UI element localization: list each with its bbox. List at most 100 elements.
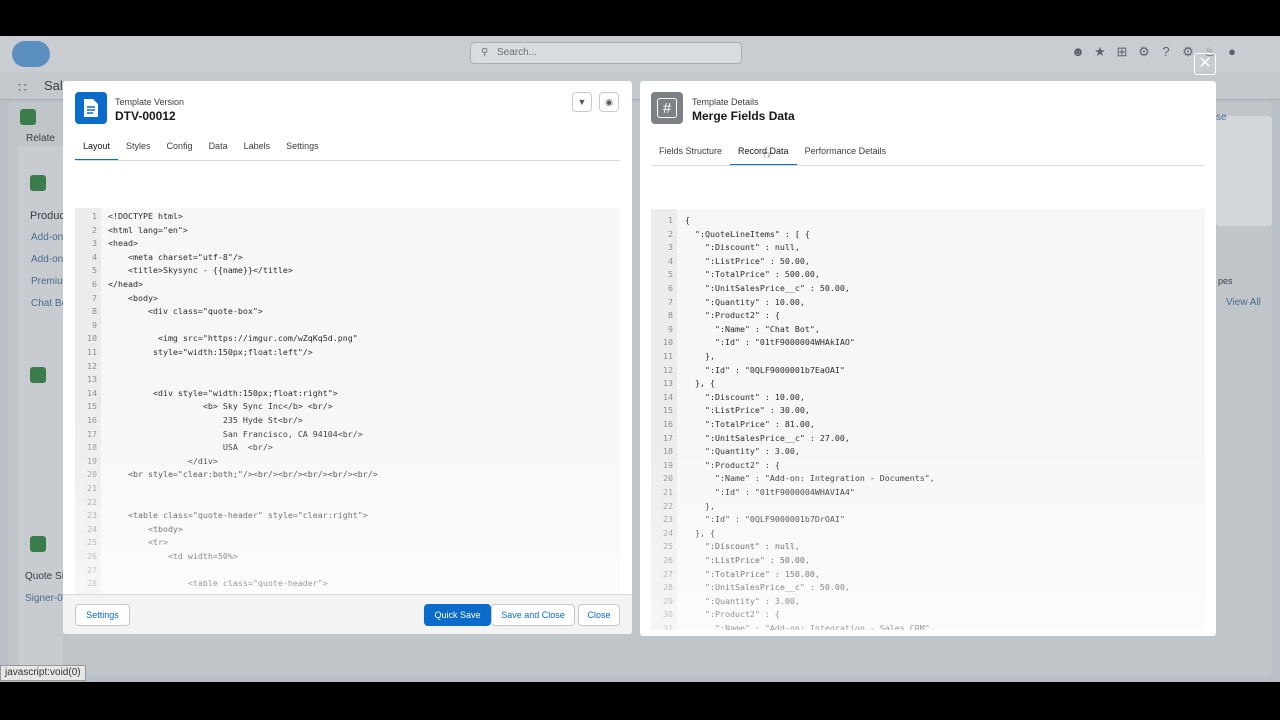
layout-code-editor[interactable]: 1 <!DOCTYPE html> 2 <html lang="en"> 3 <head>…	[75, 208, 620, 620]
code-line: 19 </div>	[75, 455, 620, 469]
setup-icon[interactable]: ⚙	[1136, 44, 1152, 60]
code-line: 1 <!DOCTYPE html>	[75, 210, 620, 224]
code-line: 10 <img src="https://imgur.com/wZqKq5d.p…	[75, 332, 620, 346]
code-line: 13	[75, 373, 620, 387]
code-line: 31 ":Name" : "Add-on: Integration - Sale…	[651, 622, 1205, 630]
code-text: ":Id" : "0QLF9000001b7EaOAI"	[685, 364, 845, 375]
code-text: <table class="quote-header" style="clear…	[108, 510, 368, 521]
code-text: ":Id" : "01tF9000004WHAVIA4"	[685, 487, 855, 497]
tab-divider	[75, 160, 620, 161]
quote-docs-icon	[30, 367, 46, 383]
settings-button[interactable]: Settings	[75, 604, 130, 626]
tab-layout[interactable]: Layout	[75, 137, 119, 161]
tab-fields-structure[interactable]: Fields Structure	[651, 142, 730, 166]
tab-config[interactable]: Config	[159, 137, 201, 161]
help-icon[interactable]: ?	[1158, 44, 1174, 60]
line-number: 29	[663, 595, 673, 606]
code-line: 24 }, {	[651, 527, 1205, 541]
line-number: 8	[668, 310, 673, 321]
code-text: <img src="https://imgur.com/wZqKq5d.png"	[108, 333, 358, 344]
code-line: 7 <body>	[75, 292, 620, 306]
code-line: 26 <td width=50%>	[75, 550, 620, 564]
avatar[interactable]: ●	[1224, 44, 1240, 60]
code-line: 8 ":Product2" : {	[651, 309, 1205, 323]
favorites-icon[interactable]: ★	[1092, 44, 1108, 60]
line-number: 3	[668, 242, 673, 253]
code-text: <title>Skysync - {{name}}</title>	[108, 265, 293, 276]
tab-labels[interactable]: Labels	[236, 137, 279, 161]
code-line: 16 235 Hyde St<br/>	[75, 414, 620, 428]
line-number: 7	[668, 296, 673, 307]
bg-label-quote-signers: Quote Si	[25, 571, 64, 582]
line-number: 13	[663, 378, 673, 389]
dropdown-button[interactable]: ▼	[572, 92, 592, 112]
code-text: ":Quantity" : 10.00,	[685, 296, 805, 307]
code-text: }, {	[685, 378, 715, 389]
line-number: 23	[663, 514, 673, 525]
mouse-cursor-icon: ☞	[763, 148, 774, 162]
code-text: San Francisco, CA 94104<br/>	[108, 428, 363, 439]
line-number: 17	[663, 432, 673, 443]
code-line: 17 San Francisco, CA 94104<br/>	[75, 428, 620, 442]
line-number: 17	[87, 428, 97, 439]
tab-styles[interactable]: Styles	[118, 137, 159, 161]
code-text: <td width=50%>	[108, 551, 238, 561]
code-text: <body>	[108, 292, 158, 303]
modal-subtitle: Template Details	[692, 97, 759, 107]
close-icon[interactable]: ✕	[1194, 53, 1216, 75]
tab-data[interactable]: Data	[201, 137, 236, 161]
bg-link-addon-2: Add-on	[31, 254, 64, 265]
code-text: 235 Hyde St<br/>	[108, 415, 303, 425]
code-text: ":Name" : "Add-on: Integration - Documen…	[685, 473, 935, 484]
tab-settings[interactable]: Settings	[278, 137, 327, 161]
close-button[interactable]: Close	[578, 604, 620, 626]
code-text: ":Product2" : {	[685, 609, 780, 620]
code-line: 3 <head>	[75, 237, 620, 251]
tab-performance-details[interactable]: Performance Details	[797, 142, 895, 166]
record-data-viewer[interactable]: 1{2 ":QuoteLineItems" : [ {3 ":Discount"…	[651, 209, 1205, 630]
code-line: 9	[75, 319, 620, 333]
eye-icon: ◉	[605, 96, 613, 107]
quote-icon	[20, 109, 36, 125]
line-number: 11	[663, 351, 673, 361]
code-line: 28 <table class="quote-header">	[75, 577, 620, 591]
code-text: },	[685, 500, 715, 511]
code-text: style="width:150px;float:left"/>	[108, 347, 313, 357]
code-line: 4 ":ListPrice" : 50.00,	[651, 255, 1205, 269]
code-line: 11 style="width:150px;float:left"/>	[75, 346, 620, 360]
line-number: 30	[663, 609, 673, 620]
line-number: 25	[87, 537, 97, 548]
code-line: 4 <meta charset="utf-8"/>	[75, 251, 620, 265]
assistant-icon[interactable]: ☻	[1070, 44, 1086, 60]
modal-title: Merge Fields Data	[692, 109, 795, 123]
line-number: 28	[87, 578, 97, 589]
line-number: 6	[92, 279, 97, 289]
quick-save-button[interactable]: Quick Save	[424, 604, 491, 626]
line-number: 4	[92, 251, 97, 262]
code-text: <html lang="en">	[108, 224, 188, 235]
add-icon[interactable]: ⊞	[1114, 44, 1130, 60]
document-icon	[75, 92, 107, 124]
code-line: 5 ":TotalPrice" : 500.00,	[651, 268, 1205, 282]
code-text: }, {	[685, 527, 715, 538]
code-line: 27 ":TotalPrice" : 150.00,	[651, 568, 1205, 582]
code-text: ":Id" : "01tF9000004WHAkIAO"	[685, 337, 855, 348]
global-search-input[interactable]: ⚲ Search...	[470, 42, 742, 64]
search-icon: ⚲	[481, 47, 489, 58]
code-text: ":UnitSalesPrice__c" : 50.00,	[685, 283, 850, 293]
code-text: ":Product2" : {	[685, 310, 780, 321]
save-and-close-button[interactable]: Save and Close	[491, 604, 575, 626]
code-text: <head>	[108, 238, 138, 249]
code-text: ":ListPrice" : 50.00,	[685, 255, 810, 266]
preview-button[interactable]: ◉	[599, 92, 619, 112]
line-number: 26	[87, 551, 97, 561]
app-launcher-icon[interactable]: ∷	[18, 79, 27, 96]
code-line: 18 ":Quantity" : 3.00,	[651, 445, 1205, 459]
bg-link-signer: Signer-0	[25, 593, 63, 604]
code-text: <tr>	[108, 537, 168, 548]
merge-fields-modal: # Template Details Merge Fields Data Fie…	[640, 81, 1216, 636]
code-line: 6 ":UnitSalesPrice__c" : 50.00,	[651, 282, 1205, 296]
line-number: 8	[92, 306, 97, 317]
bg-link-view-all: View All	[1226, 297, 1261, 308]
line-number: 21	[663, 487, 673, 497]
